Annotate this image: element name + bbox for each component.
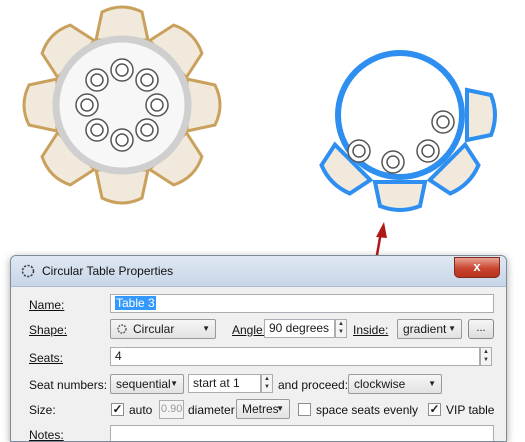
unit-value: Metres [242,402,279,416]
chair-top [94,5,150,42]
place-setting [85,118,109,142]
shape-select[interactable]: Circular ▼ [110,319,216,339]
place-setting [145,93,169,117]
shape-label: Shape: [29,323,68,337]
direction-select[interactable]: clockwise ▼ [348,374,442,394]
selected-round-table-four-seats[interactable] [315,50,497,212]
seats-label: Seats: [29,351,64,365]
seats-spinner[interactable]: ▲ ▼ [480,347,492,366]
chair-bottom-selected [372,180,428,212]
diameter-input[interactable]: 0.90 [159,400,184,419]
start-at-spinner[interactable]: ▲ ▼ [261,374,273,393]
close-button[interactable]: x [454,257,500,278]
auto-checkbox[interactable]: ✓ [111,403,124,416]
seats-input[interactable]: 4 [110,347,480,366]
more-options-button[interactable]: ... [468,319,494,339]
notes-label: Notes: [29,428,64,442]
inside-select[interactable]: gradient ▼ [397,319,462,339]
place-setting [416,139,440,163]
place-setting [110,58,134,82]
space-seats-evenly-label: space seats evenly [316,403,419,417]
dialog-title: Circular Table Properties [42,264,174,278]
shape-value: Circular [133,322,175,336]
place-setting [110,128,134,152]
place-setting [347,139,371,163]
round-table-eight-seats[interactable] [22,5,222,205]
direction-value: clockwise [354,377,406,391]
vip-table-label: VIP table [446,403,495,417]
place-setting [431,110,455,134]
place-setting [381,150,405,174]
angle-input[interactable]: 90 degrees [264,319,335,338]
chevron-down-icon: ▼ [448,324,456,333]
title-bar[interactable]: Circular Table Properties x [11,256,506,287]
circular-table-properties-dialog: Circular Table Properties x Name: Table … [10,255,507,442]
dialog-body: Name: Table 3 Shape: Circular ▼ Angle: 90… [11,287,506,442]
diameter-label: diameter [188,403,235,417]
angle-label: Angle: [232,323,267,337]
vip-table-checkbox[interactable]: ✓ [428,403,441,416]
auto-label: auto [129,403,153,417]
chair-right-selected [465,87,497,143]
circle-shape-icon [117,324,127,334]
name-input[interactable]: Table 3 [110,294,494,313]
space-seats-evenly-checkbox[interactable] [298,403,311,416]
unit-select[interactable]: Metres ▼ [236,399,290,419]
place-setting [135,68,159,92]
proceed-label: and proceed: [278,378,349,392]
notes-input[interactable] [110,425,494,441]
place-setting [135,118,159,142]
seat-numbering-value: sequential [116,377,171,391]
place-setting [75,93,99,117]
inside-label: Inside: [353,323,389,337]
chair-right [185,77,222,133]
place-setting [85,68,109,92]
circle-shape-icon [21,264,35,278]
chevron-down-icon: ▼ [202,324,210,333]
size-label: Size: [29,403,56,417]
chair-bottom [94,168,150,205]
angle-spinner[interactable]: ▲ ▼ [335,319,347,338]
seat-numbers-label: Seat numbers: [29,378,108,392]
chevron-down-icon: ▼ [276,404,284,413]
inside-value: gradient [403,322,447,336]
seat-numbering-select[interactable]: sequential ▼ [110,374,184,394]
start-at-input[interactable]: start at 1 [188,374,261,393]
chevron-down-icon: ▼ [428,379,436,388]
chair-left [22,77,59,133]
chevron-down-icon: ▼ [170,379,178,388]
name-label: Name: [29,298,65,312]
